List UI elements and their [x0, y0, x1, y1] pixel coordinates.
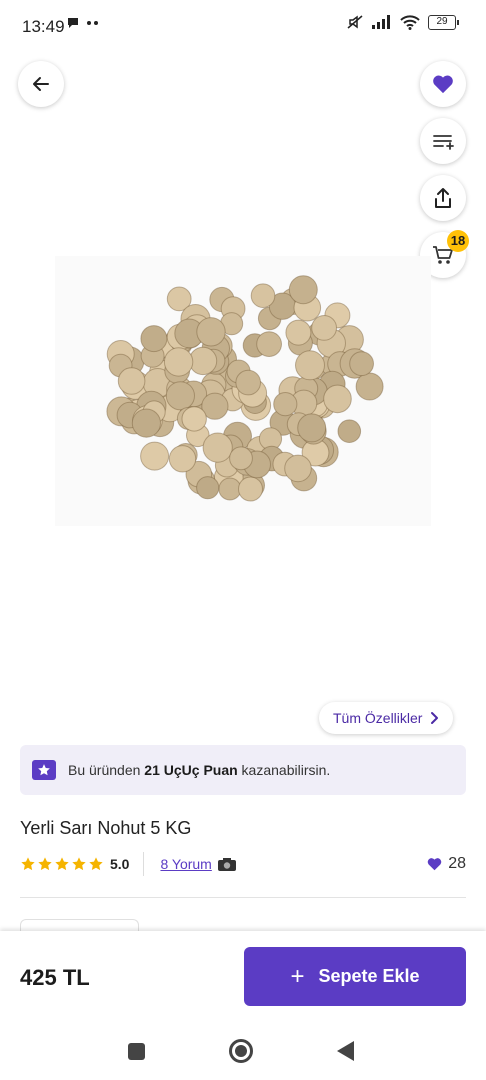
section-divider: [20, 897, 466, 898]
more-notifications-icon: [87, 21, 98, 25]
heart-icon: [427, 858, 442, 871]
system-nav-bar: [0, 1023, 486, 1080]
product-title: Yerli Sarı Nohut 5 KG: [20, 818, 192, 838]
share-button[interactable]: [420, 175, 466, 221]
likes-count: 28: [427, 855, 466, 873]
status-time: 13:49: [22, 17, 65, 36]
signal-icon: [372, 15, 390, 29]
all-specs-button[interactable]: Tüm Özellikler: [319, 702, 454, 734]
rating-value: 5.0: [110, 856, 130, 872]
add-to-cart-button[interactable]: + Sepete Ekle: [244, 947, 466, 1006]
loyalty-points-banner: Bu üründen 21 UçUç Puan kazanabilirsin.: [20, 745, 466, 795]
divider: [143, 852, 145, 876]
heart-icon: [433, 75, 453, 94]
star-icon: [89, 857, 103, 871]
chickpeas-photo: [106, 275, 384, 502]
rating-row: 5.0 8 Yorum 28: [20, 851, 466, 877]
rating-stars: [20, 856, 104, 872]
add-to-list-button[interactable]: [420, 118, 466, 164]
plus-icon: +: [290, 962, 305, 990]
add-to-list-icon: [433, 135, 454, 150]
home-button[interactable]: [229, 1039, 253, 1063]
battery-icon: 29: [428, 14, 459, 30]
star-ticket-icon: [32, 760, 56, 780]
share-icon: [435, 188, 451, 208]
system-back-button[interactable]: [337, 1041, 354, 1061]
star-icon: [21, 857, 35, 871]
star-icon: [38, 857, 52, 871]
status-bar: 13:49 29: [0, 0, 486, 56]
recents-button[interactable]: [128, 1043, 145, 1060]
cart-count-badge: 18: [447, 230, 469, 252]
reviews-link[interactable]: 8 Yorum: [160, 856, 211, 872]
price: 425 TL: [20, 965, 90, 990]
star-icon: [72, 857, 86, 871]
likes-value: 28: [448, 855, 466, 872]
points-text: Bu üründen 21 UçUç Puan kazanabilirsin.: [68, 762, 331, 778]
camera-icon: [217, 857, 236, 871]
wifi-icon: [400, 14, 420, 30]
bottom-action-bar: 425 TL + Sepete Ekle: [0, 931, 486, 1023]
mute-icon: [347, 15, 363, 29]
all-specs-label: Tüm Özellikler: [333, 710, 423, 726]
star-icon: [55, 857, 69, 871]
chat-notification-icon: [68, 18, 78, 28]
arrow-left-icon: [33, 77, 49, 91]
back-button[interactable]: [18, 61, 64, 107]
chevron-right-icon: [431, 712, 439, 724]
product-image[interactable]: [55, 256, 431, 526]
add-to-cart-label: Sepete Ekle: [318, 966, 420, 986]
favorite-button[interactable]: [420, 61, 466, 107]
